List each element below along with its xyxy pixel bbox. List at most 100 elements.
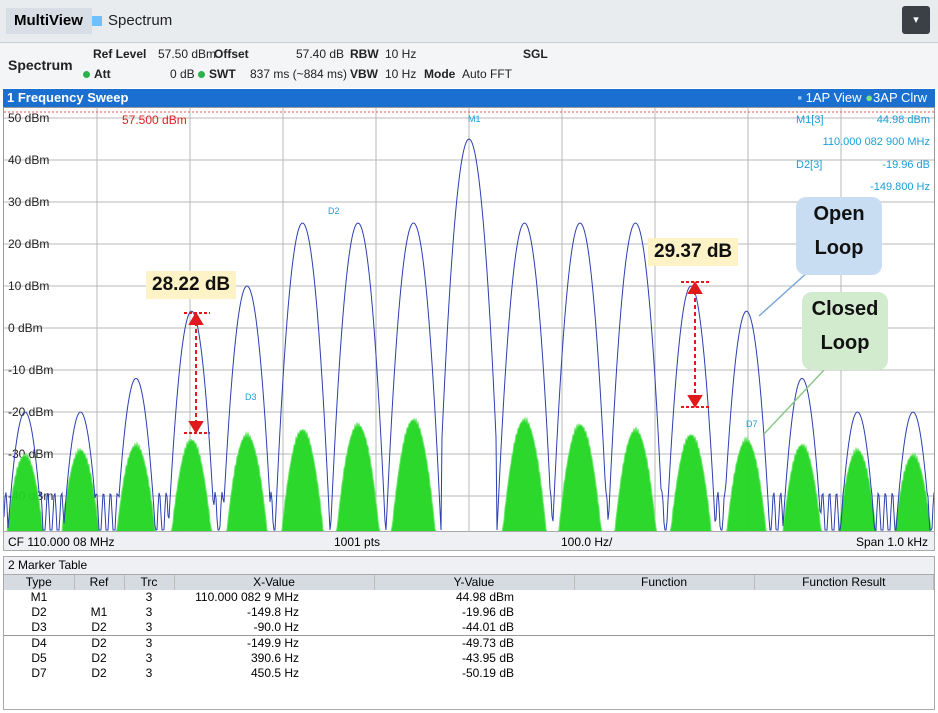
marker-function-result xyxy=(754,651,934,666)
rbw-value[interactable]: 10 Hz xyxy=(385,47,416,61)
title-bar: MultiView Spectrum ▾ xyxy=(0,0,938,43)
marker-type: D5 xyxy=(31,651,47,665)
table-row[interactable]: D2 M1 3 -149.8 Hz -19.96 dB xyxy=(4,605,934,620)
sweep-footer: CF 110.000 08 MHz 1001 pts 100.0 Hz/ Spa… xyxy=(3,531,935,551)
vbw-label: VBW xyxy=(350,67,378,81)
view1-label: 1AP View xyxy=(805,90,862,105)
marker-d7: D7 xyxy=(746,419,758,429)
marker-function xyxy=(574,620,754,636)
left-arrow-head-down xyxy=(188,421,204,434)
ref-level-label: Ref Level xyxy=(93,47,147,61)
right-arrow-head-down xyxy=(687,395,703,408)
vbw-value[interactable]: 10 Hz xyxy=(385,67,416,81)
marker-x-value: 450.5 Hz xyxy=(250,666,299,680)
marker-function xyxy=(574,636,754,652)
m1-frequency: 110.000 082 900 MHz xyxy=(823,136,930,148)
marker-x-value: -149.9 Hz xyxy=(246,636,299,650)
offset-value[interactable]: 57.40 dB xyxy=(296,47,344,61)
marker-y-value: -49.73 dB xyxy=(461,636,514,650)
marker-x-value: 390.6 Hz xyxy=(250,651,299,665)
marker-ref: M1 xyxy=(90,605,108,619)
open-loop-line1: Open xyxy=(813,203,865,225)
d2-label: D2[3] xyxy=(796,159,822,171)
sgl-indicator: SGL xyxy=(523,47,548,61)
tab-spectrum-label: Spectrum xyxy=(108,12,173,29)
swt-value[interactable]: 837 ms (~884 ms) xyxy=(250,67,347,81)
swt-label: SWT xyxy=(209,67,236,81)
d2-level: -19.96 dB xyxy=(882,159,930,171)
delta-arrows xyxy=(184,281,709,434)
table-row[interactable]: M1 3 110.000 082 9 MHz 44.98 dBm xyxy=(4,590,934,605)
chevron-down-icon[interactable]: ▾ xyxy=(902,6,930,34)
y-tick-label: -20 dBm xyxy=(8,405,53,419)
table-row[interactable]: D7 D2 3 450.5 Hz -50.19 dB xyxy=(4,666,934,681)
right-arrow-head-up xyxy=(687,281,703,294)
parameter-bar: Spectrum Ref Level 57.50 dBm Offset 57.4… xyxy=(0,43,938,88)
marker-y-value: -44.01 dB xyxy=(461,620,514,634)
y-tick-label: 0 dBm xyxy=(8,321,43,335)
m1-level: 44.98 dBm xyxy=(877,114,930,126)
marker-m1: M1 xyxy=(468,114,481,124)
col-function-result: Function Result xyxy=(754,575,934,590)
window-label: Spectrum xyxy=(8,57,73,73)
left-delta-label: 28.22 dB xyxy=(146,271,237,299)
y-tick-label: 40 dBm xyxy=(8,153,49,167)
marker-function xyxy=(574,651,754,666)
col-function: Function xyxy=(574,575,755,590)
mode-label: Mode xyxy=(424,67,456,81)
marker-function-result xyxy=(754,590,934,605)
y-tick-label: 20 dBm xyxy=(8,237,49,251)
marker-trace: 3 xyxy=(145,651,153,665)
marker-type: M1 xyxy=(30,590,48,604)
col-x-value: X-Value xyxy=(174,575,375,590)
marker-d3: D3 xyxy=(245,392,257,402)
spectrum-plot[interactable]: 50 dBm 40 dBm 30 dBm 20 dBm 10 dBm 0 dBm -10 d… xyxy=(3,107,935,535)
marker-trace: 3 xyxy=(145,620,153,634)
marker-ref xyxy=(74,590,124,605)
marker-info-panel: M1[3] 44.98 dBm 110.000 082 900 MHz D2[3… xyxy=(796,114,930,193)
marker-x-value: -149.8 Hz xyxy=(246,605,299,619)
marker-function xyxy=(574,666,754,681)
marker-function-result xyxy=(754,636,934,652)
marker-x-value: -90.0 Hz xyxy=(253,620,299,634)
marker-ref: D2 xyxy=(91,636,107,650)
view3-label: 3AP Clrw xyxy=(873,90,927,105)
col-trc: Trc xyxy=(124,575,175,590)
marker-trace: 3 xyxy=(145,590,153,604)
marker-table-panel: 2 Marker Table Type Ref Trc X-Value Y-Va… xyxy=(3,556,935,710)
spectrum-graph[interactable]: 50 dBm 40 dBm 30 dBm 20 dBm 10 dBm 0 dBm -10 d… xyxy=(4,108,934,534)
table-row[interactable]: D5 D2 3 390.6 Hz -43.95 dB xyxy=(4,651,934,666)
swt-status-dot xyxy=(198,71,205,78)
frequency-span: Span 1.0 kHz xyxy=(855,535,928,549)
tab-multiview[interactable]: MultiView xyxy=(6,8,92,34)
marker-trace: 3 xyxy=(145,666,153,680)
open-loop-callout: Open Loop xyxy=(796,197,882,275)
marker-type: D4 xyxy=(31,636,47,650)
marker-function-result xyxy=(754,605,934,620)
open-loop-line2: Loop xyxy=(814,237,864,259)
closed-loop-callout: Closed Loop xyxy=(802,292,888,370)
marker-table-title: 2 Marker Table xyxy=(4,557,934,575)
tab-spectrum[interactable]: Spectrum xyxy=(92,8,212,34)
y-tick-label: 30 dBm xyxy=(8,195,49,209)
table-row[interactable]: D4 D2 3 -149.9 Hz -49.73 dB xyxy=(4,635,934,652)
y-tick-label: -10 dBm xyxy=(8,363,53,377)
marker-x-value: 110.000 082 9 MHz xyxy=(195,590,299,604)
att-value[interactable]: 0 dB xyxy=(170,67,195,81)
marker-y-value: 44.98 dBm xyxy=(455,590,514,604)
right-delta-label: 29.37 dB xyxy=(648,238,739,266)
col-type: Type xyxy=(4,575,75,590)
marker-y-value: -43.95 dB xyxy=(461,651,514,665)
marker-y-value: -19.96 dB xyxy=(461,605,514,619)
marker-ref: D2 xyxy=(91,666,107,680)
col-y-value: Y-Value xyxy=(374,575,575,590)
marker-type: D2 xyxy=(31,605,47,619)
offset-label: Offset xyxy=(214,47,249,61)
frequency-sweep-header: 1 Frequency Sweep ▪ 1AP View ●3AP Clrw xyxy=(3,89,935,107)
mode-value[interactable]: Auto FFT xyxy=(462,67,512,81)
marker-function-result xyxy=(754,620,934,636)
ref-level-value[interactable]: 57.50 dBm xyxy=(158,47,216,61)
att-label: Att xyxy=(94,67,111,81)
trace-views[interactable]: ▪ 1AP View ●3AP Clrw xyxy=(797,89,927,107)
table-row[interactable]: D3 D2 3 -90.0 Hz -44.01 dB xyxy=(4,620,934,636)
